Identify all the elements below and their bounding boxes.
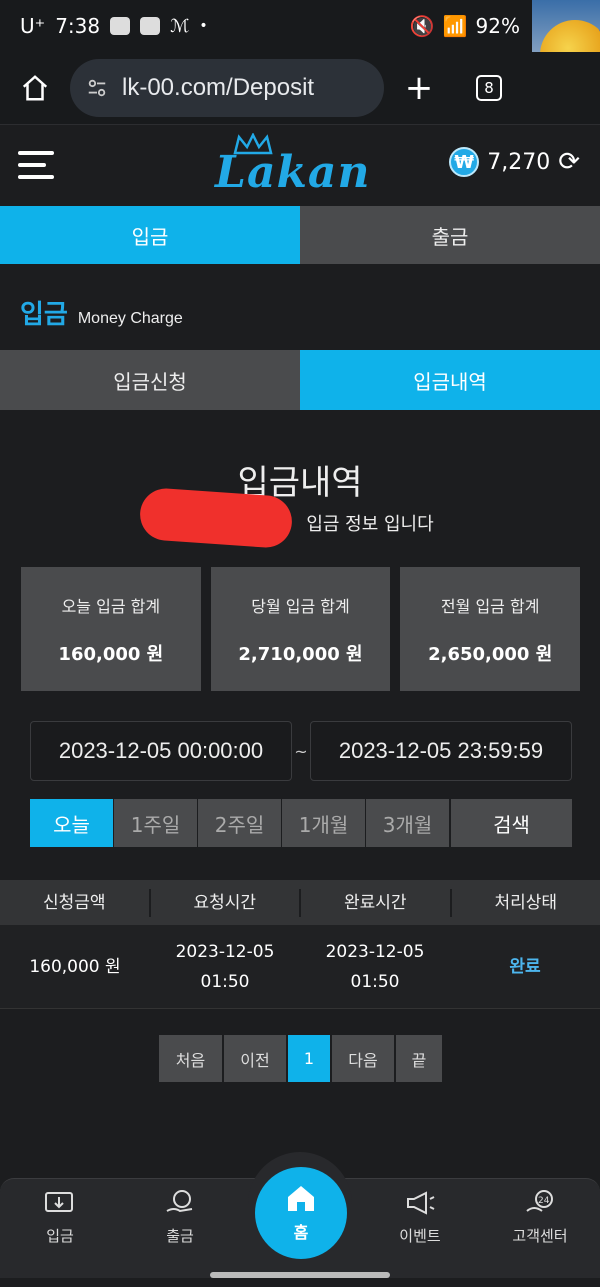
address-bar[interactable]: lk-00.com/Deposit xyxy=(70,59,384,117)
period-1week-button[interactable]: 1주일 xyxy=(114,799,197,847)
date-range: 2023-12-05 00:00:00 ~ 2023-12-05 23:59:5… xyxy=(30,720,572,782)
tab-withdraw[interactable]: 출금 xyxy=(300,206,600,264)
date-from-input[interactable]: 2023-12-05 00:00:00 xyxy=(30,721,292,781)
page-last-button[interactable]: 끝 xyxy=(396,1035,442,1082)
section-title: 입금 Money Charge xyxy=(20,294,183,331)
balance-display: ₩ 7,270 ⟳ xyxy=(449,147,580,177)
nav-deposit[interactable]: 입금 xyxy=(0,1179,120,1278)
search-button[interactable]: 검색 xyxy=(451,799,572,847)
megaphone-icon xyxy=(407,1191,435,1215)
tab-deposit-history[interactable]: 입금내역 xyxy=(300,350,600,410)
gesture-bar xyxy=(210,1272,390,1278)
nav-home[interactable]: 홈 xyxy=(255,1167,347,1259)
mute-icon: 🔇 xyxy=(409,14,435,38)
column-header-complete-time: 완료시간 xyxy=(301,888,452,917)
clock: 7:38 xyxy=(55,14,101,38)
cell-status: 완료 xyxy=(509,956,541,977)
summary-card-today: 오늘 입금 합계 160,000 원 xyxy=(21,567,201,691)
page-first-button[interactable]: 처음 xyxy=(159,1035,222,1082)
url-text: lk-00.com/Deposit xyxy=(122,74,315,101)
page-prev-button[interactable]: 이전 xyxy=(224,1035,286,1082)
support-24-icon: 24 xyxy=(526,1190,553,1212)
page-title: 입금내역 xyxy=(237,463,363,503)
more-notifications-dot: • xyxy=(199,18,208,34)
info-text: 입금 정보 입니다 xyxy=(0,510,600,536)
date-separator: ~ xyxy=(294,741,308,761)
balance-amount: 7,270 xyxy=(487,149,551,175)
redaction-mark xyxy=(138,486,294,550)
refresh-icon[interactable]: ⟳ xyxy=(558,147,580,177)
battery-level: 92% xyxy=(475,14,520,38)
sub-tabs: 입금신청 입금내역 xyxy=(0,350,600,410)
won-icon: ₩ xyxy=(449,147,480,177)
tab-deposit-request[interactable]: 입금신청 xyxy=(0,350,300,410)
new-tab-button[interactable]: + xyxy=(384,68,454,108)
table-header: 신청금액 요청시간 완료시간 처리상태 xyxy=(0,880,600,925)
app-notification-icon: ℳ xyxy=(170,15,190,37)
summary-card-last-month: 전월 입금 합계 2,650,000 원 xyxy=(400,567,581,691)
cell-complete-time: 2023-12-05 01:50 xyxy=(325,941,425,992)
cell-request-time: 2023-12-05 01:50 xyxy=(175,941,275,992)
site-settings-icon[interactable] xyxy=(86,77,108,99)
card-label: 오늘 입금 합계 xyxy=(61,596,161,616)
wifi-icon: 📶 xyxy=(442,14,468,38)
card-label: 당월 입금 합계 xyxy=(251,596,350,616)
period-1month-button[interactable]: 1개월 xyxy=(282,799,365,847)
summary-card-this-month: 당월 입금 합계 2,710,000 원 xyxy=(210,567,391,691)
card-value: 2,650,000 원 xyxy=(428,643,553,665)
summary-cards: 오늘 입금 합계 160,000 원 당월 입금 합계 2,710,000 원 … xyxy=(21,567,581,691)
tab-switcher-button[interactable]: 8 xyxy=(476,75,502,101)
nav-event[interactable]: 이벤트 xyxy=(360,1179,480,1278)
card-value: 2,710,000 원 xyxy=(238,643,363,665)
nav-withdraw[interactable]: 출금 xyxy=(120,1179,240,1278)
page-current-button[interactable]: 1 xyxy=(288,1035,330,1082)
section-title-ko: 입금 xyxy=(20,300,68,330)
period-filter: 오늘 1주일 2주일 1개월 3개월 검색 xyxy=(30,799,572,847)
tab-deposit[interactable]: 입금 xyxy=(0,206,300,264)
hamburger-menu-icon[interactable] xyxy=(18,150,78,179)
browser-toolbar: lk-00.com/Deposit + 8 xyxy=(0,52,600,124)
period-today-button[interactable]: 오늘 xyxy=(30,799,113,847)
card-value: 160,000 원 xyxy=(58,643,164,665)
deposit-history-table: 신청금액 요청시간 완료시간 처리상태 160,000 원 2023-12-05… xyxy=(0,880,600,1009)
gallery-notification-icon xyxy=(140,17,161,35)
svg-text:24: 24 xyxy=(538,1196,550,1206)
table-row: 160,000 원 2023-12-05 01:50 2023-12-05 01… xyxy=(0,925,600,1009)
card-label: 전월 입금 합계 xyxy=(440,596,540,616)
talk-notification-icon xyxy=(110,17,131,35)
nav-support[interactable]: 24 고객센터 xyxy=(480,1179,600,1278)
main-tabs: 입금 출금 xyxy=(0,206,600,264)
cell-amount: 160,000 원 xyxy=(29,956,121,977)
site-header: Lakan ₩ 7,270 ⟳ xyxy=(0,124,600,204)
column-header-amount: 신청금액 xyxy=(0,888,151,917)
pagination: 처음 이전 1 다음 끝 xyxy=(159,1035,442,1082)
site-logo[interactable]: Lakan xyxy=(215,133,370,203)
column-header-request-time: 요청시간 xyxy=(151,888,301,917)
home-icon xyxy=(288,1186,314,1211)
section-title-en: Money Charge xyxy=(77,310,183,327)
date-to-input[interactable]: 2023-12-05 23:59:59 xyxy=(310,721,572,781)
deposit-icon xyxy=(45,1192,73,1212)
column-header-status: 처리상태 xyxy=(494,892,558,913)
page-next-button[interactable]: 다음 xyxy=(332,1035,394,1082)
status-bar: U⁺ 7:38 ℳ • 🔇 📶 92% xyxy=(0,0,600,52)
browser-home-button[interactable] xyxy=(0,73,70,103)
carrier-label: U⁺ xyxy=(20,14,46,38)
withdraw-coin-icon xyxy=(166,1190,193,1213)
home-icon xyxy=(22,75,48,101)
period-3month-button[interactable]: 3개월 xyxy=(366,799,449,847)
period-2week-button[interactable]: 2주일 xyxy=(198,799,281,847)
